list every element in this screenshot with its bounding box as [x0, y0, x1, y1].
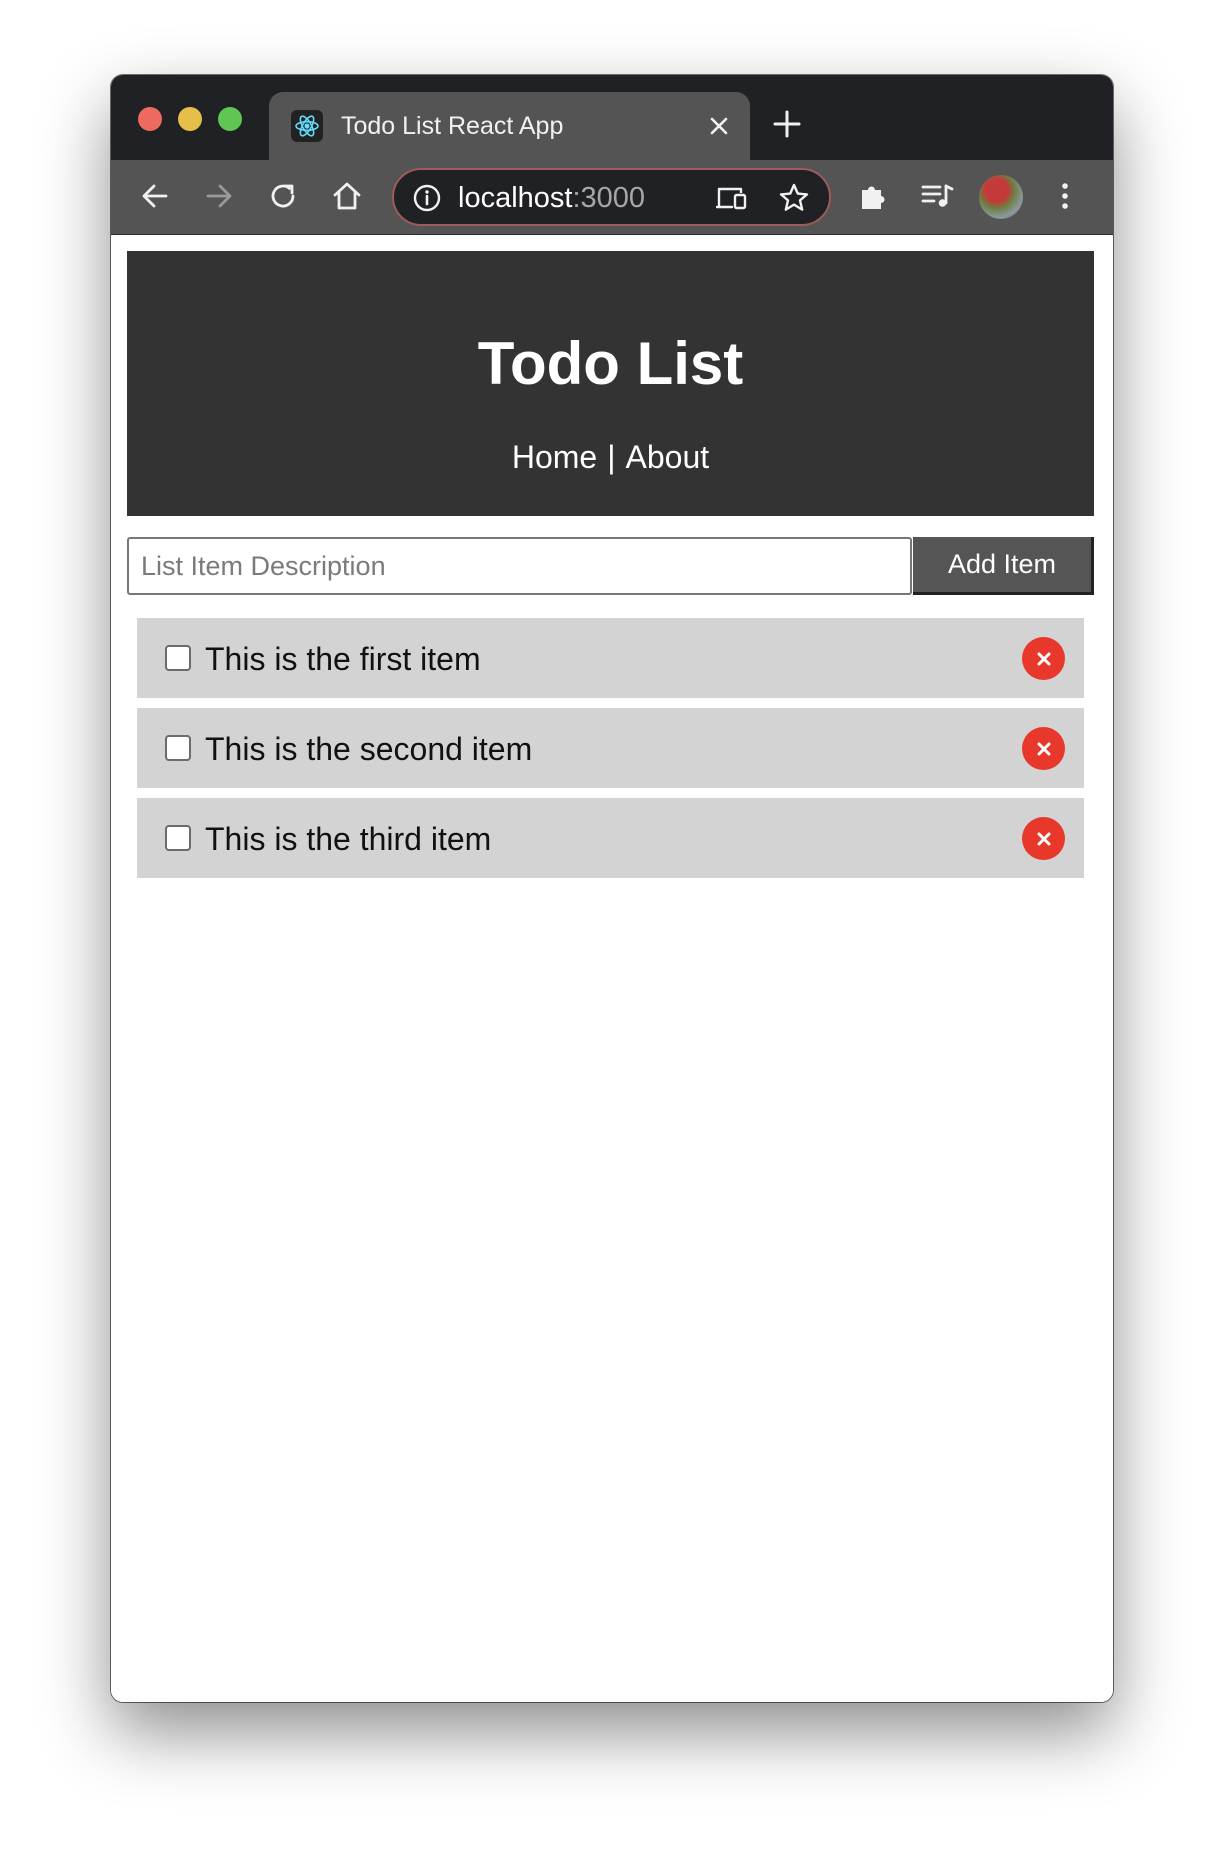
add-item-form: Add Item	[127, 537, 1094, 595]
url-port: :3000	[572, 182, 646, 214]
react-logo-icon	[291, 110, 323, 142]
browser-toolbar: localhost:3000	[111, 160, 1113, 235]
todo-checkbox[interactable]	[165, 825, 191, 851]
tab-title: Todo List React App	[341, 112, 564, 140]
todo-item-text: This is the first item	[205, 641, 481, 677]
page-title: Todo List	[477, 330, 744, 397]
add-item-button[interactable]: Add Item	[913, 537, 1094, 595]
todo-item: This is the first item	[137, 618, 1084, 698]
tab-strip: Todo List React App	[111, 75, 1113, 160]
maximize-window-button[interactable]	[218, 107, 242, 131]
cast-icon[interactable]	[715, 184, 748, 212]
profile-avatar[interactable]	[979, 175, 1023, 219]
todo-checkbox[interactable]	[165, 735, 191, 761]
home-icon[interactable]	[329, 178, 365, 214]
star-icon[interactable]	[777, 181, 811, 215]
todo-item-text: This is the second item	[205, 731, 533, 767]
arrow-left-icon[interactable]	[137, 178, 173, 214]
browser-window: Todo List React App localhost:3000 Todo …	[111, 75, 1113, 1702]
url-text: localhost:3000	[458, 182, 645, 214]
todo-checkbox[interactable]	[165, 645, 191, 671]
media-queue-icon[interactable]	[919, 178, 955, 214]
info-icon[interactable]	[412, 183, 442, 213]
item-description-input[interactable]	[127, 537, 912, 595]
browser-tab[interactable]: Todo List React App	[269, 92, 750, 160]
reload-icon[interactable]	[265, 178, 301, 214]
delete-item-button[interactable]	[1022, 727, 1065, 770]
address-bar[interactable]: localhost:3000	[392, 168, 831, 226]
plus-icon[interactable]	[772, 109, 802, 139]
todo-item: This is the second item	[137, 708, 1084, 788]
todo-item: This is the third item	[137, 798, 1084, 878]
main-nav: Home | About	[127, 437, 1094, 477]
nav-separator: |	[607, 439, 616, 475]
minimize-window-button[interactable]	[178, 107, 202, 131]
app-header: Todo List Home | About	[127, 251, 1094, 516]
page-content: Todo List Home | About Add Item This is th…	[111, 235, 1113, 1702]
nav-link-home[interactable]: Home	[512, 439, 597, 475]
url-host: localhost	[458, 182, 573, 214]
kebab-menu-icon[interactable]	[1047, 178, 1083, 214]
nav-link-about[interactable]: About	[626, 439, 710, 475]
delete-item-button[interactable]	[1022, 817, 1065, 860]
puzzle-icon[interactable]	[855, 178, 891, 214]
close-icon	[1037, 742, 1050, 755]
todo-list: This is the first item This is the secon…	[137, 618, 1084, 888]
close-icon[interactable]	[705, 112, 733, 140]
arrow-right-icon[interactable]	[201, 178, 237, 214]
delete-item-button[interactable]	[1022, 637, 1065, 680]
close-window-button[interactable]	[138, 107, 162, 131]
close-icon	[1037, 832, 1050, 845]
todo-item-text: This is the third item	[205, 821, 492, 857]
close-icon	[1037, 652, 1050, 665]
